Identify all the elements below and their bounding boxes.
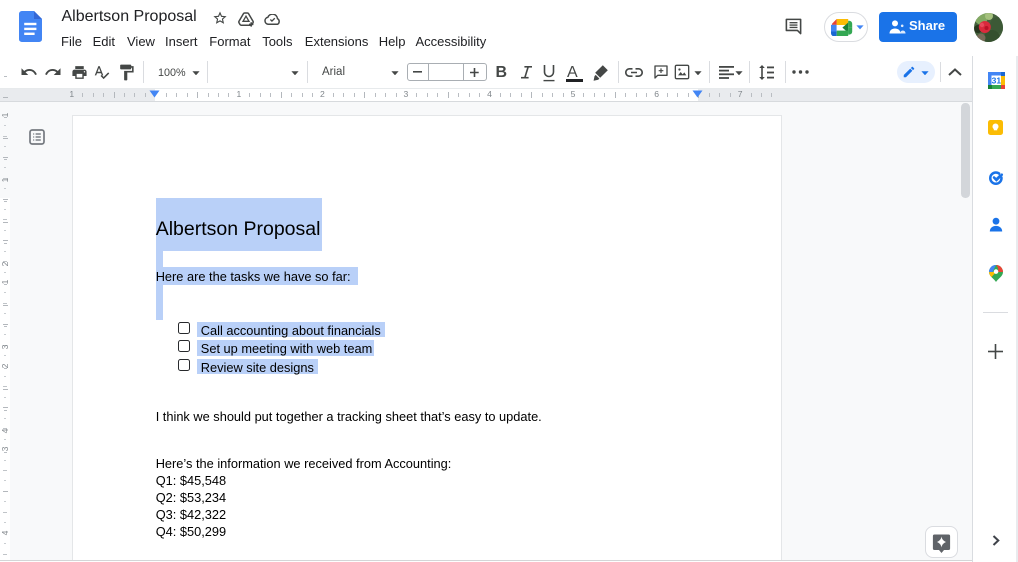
svg-text:31: 31 — [992, 75, 1002, 85]
